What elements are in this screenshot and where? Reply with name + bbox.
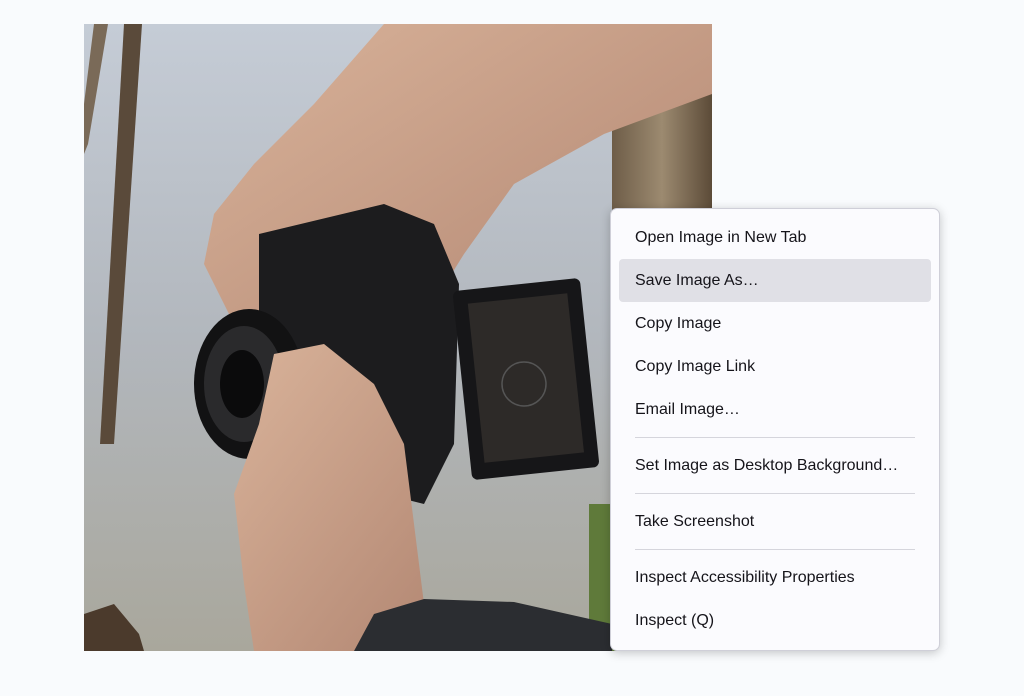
inspect-item[interactable]: Inspect (Q) bbox=[619, 599, 931, 642]
image-context-menu: Open Image in New Tab Save Image As… Cop… bbox=[610, 208, 940, 651]
take-screenshot-item[interactable]: Take Screenshot bbox=[619, 500, 931, 543]
copy-image-item[interactable]: Copy Image bbox=[619, 302, 931, 345]
save-image-as-item[interactable]: Save Image As… bbox=[619, 259, 931, 302]
email-image-item[interactable]: Email Image… bbox=[619, 388, 931, 431]
set-desktop-background-item[interactable]: Set Image as Desktop Background… bbox=[619, 444, 931, 487]
inspect-accessibility-item[interactable]: Inspect Accessibility Properties bbox=[619, 556, 931, 599]
copy-image-link-item[interactable]: Copy Image Link bbox=[619, 345, 931, 388]
open-image-new-tab-item[interactable]: Open Image in New Tab bbox=[619, 216, 931, 259]
menu-separator bbox=[635, 437, 915, 438]
menu-separator bbox=[635, 493, 915, 494]
menu-separator bbox=[635, 549, 915, 550]
